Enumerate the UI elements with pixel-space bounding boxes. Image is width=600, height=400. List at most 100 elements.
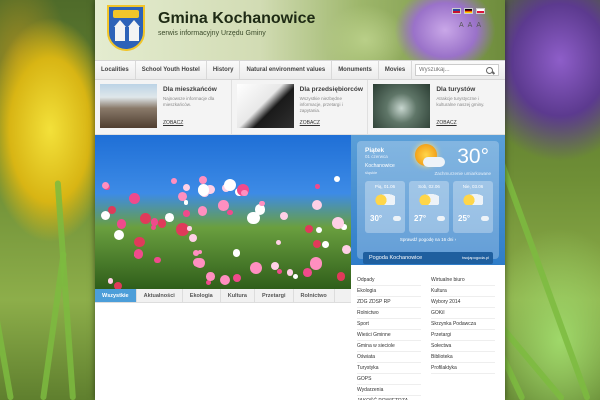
category-link[interactable]: Wirtualne biuro — [431, 275, 495, 286]
promo-title[interactable]: Dla mieszkańców — [163, 86, 217, 93]
nav-item-environment[interactable]: Natural environment values — [240, 61, 333, 79]
category-link[interactable]: Przetargi — [431, 330, 495, 341]
category-link[interactable]: GOKiI — [431, 308, 495, 319]
category-link[interactable]: Rolnictwo — [357, 308, 421, 319]
tab-all[interactable]: Wszystkie — [95, 289, 137, 302]
coat-of-arms-icon[interactable] — [107, 5, 145, 51]
flower-decoration — [249, 261, 263, 275]
sidebar: Piątek 01 czerwca Kochanowice śląskie 30… — [351, 135, 505, 400]
promo-link[interactable]: ZOBACZ — [163, 120, 183, 126]
news-tabs: Wszystkie Aktualności Ekologia Kultura P… — [95, 289, 351, 303]
promo-residents[interactable]: Dla mieszkańców Najnowsze informacje dla… — [95, 80, 232, 134]
flower-decoration — [133, 249, 144, 260]
flower-decoration — [313, 239, 322, 248]
flower-decoration — [334, 175, 341, 183]
category-link[interactable]: JAKOŚĆ POWIETRZA — [357, 396, 421, 400]
flower-decoration — [129, 193, 141, 205]
flower-decoration — [154, 256, 161, 264]
forecast-day: Pią, 01.06 30° — [365, 181, 405, 233]
category-link[interactable]: Kultura — [431, 286, 495, 297]
nav-item-localities[interactable]: Localities — [95, 61, 136, 79]
weather-footer-title: Pogoda Kochanowice — [369, 255, 423, 261]
promo-image[interactable] — [236, 84, 294, 128]
category-link[interactable]: Turystyka — [357, 363, 421, 374]
weather-brand[interactable]: twojapogoda.pl — [462, 255, 489, 260]
category-link[interactable]: Oświata — [357, 352, 421, 363]
site-title[interactable]: Gmina Kochanowice — [158, 10, 315, 28]
flag-de-icon[interactable] — [464, 8, 473, 14]
category-link[interactable]: Wieści Gminne — [357, 330, 421, 341]
category-link[interactable]: Wybory 2014 — [431, 297, 495, 308]
flower-decoration — [193, 250, 200, 257]
flower-decoration — [150, 217, 159, 226]
main-nav: Localities School Youth Hostel History N… — [95, 60, 505, 80]
promo-title[interactable]: Dla turystów — [436, 86, 475, 93]
search-box — [415, 64, 499, 76]
flower-decoration — [192, 257, 203, 268]
forecast-label: Sob, 02.06 — [418, 184, 440, 189]
tab-news[interactable]: Aktualności — [137, 289, 183, 302]
flag-pl-icon[interactable] — [476, 8, 485, 14]
promo-text: Atrakcje turystyczne i kulturalne naszej… — [436, 96, 485, 107]
flower-decoration — [219, 274, 230, 285]
nav-item-monuments[interactable]: Monuments — [332, 61, 379, 79]
font-size-controls: A A A — [459, 22, 481, 29]
font-size-medium[interactable]: A — [468, 22, 473, 29]
flower-decoration — [206, 280, 212, 286]
nav-item-movies[interactable]: Movies — [379, 61, 413, 79]
category-link[interactable]: Sport — [357, 319, 421, 330]
flower-decoration — [232, 248, 241, 257]
weather-city: Kochanowice — [365, 163, 395, 169]
font-size-small[interactable]: A — [459, 22, 464, 29]
hero-image[interactable] — [95, 135, 351, 289]
search-input[interactable] — [416, 67, 486, 73]
category-link[interactable]: Ekologia — [357, 286, 421, 297]
promo-title[interactable]: Dla przedsiębiorców — [300, 86, 363, 93]
category-link[interactable]: Biblioteka — [431, 352, 495, 363]
promo-image[interactable] — [373, 84, 431, 128]
weather-date: 01 czerwca — [365, 154, 388, 159]
flower-decoration — [183, 200, 189, 205]
flower-decoration — [171, 178, 177, 184]
promo-link[interactable]: ZOBACZ — [300, 120, 320, 126]
forecast-temp: 27° — [414, 214, 427, 223]
promo-text: Wszystkie niezbędne informacje, przetarg… — [299, 96, 343, 113]
flower-decoration — [342, 244, 351, 254]
tab-tenders[interactable]: Przetargi — [255, 289, 294, 302]
search-icon[interactable] — [486, 66, 493, 74]
promo-tourists[interactable]: Dla turystów Atrakcje turystyczne i kult… — [368, 80, 505, 134]
flower-decoration — [182, 183, 190, 191]
flower-decoration — [315, 184, 320, 189]
flower-decoration — [114, 229, 125, 240]
category-link[interactable]: Skrzynka Podawcza — [431, 319, 495, 330]
category-link[interactable]: ZDG ZDSP RP — [357, 297, 421, 308]
weather-widget: Piątek 01 czerwca Kochanowice śląskie 30… — [351, 135, 505, 265]
flag-en-icon[interactable] — [452, 8, 461, 14]
nav-item-history[interactable]: History — [207, 61, 241, 79]
flower-decoration — [113, 282, 122, 289]
promo-image[interactable] — [100, 84, 157, 128]
flower-decoration — [101, 181, 109, 189]
promo-entrepreneurs[interactable]: Dla przedsiębiorców Wszystkie niezbędne … — [232, 80, 369, 134]
category-link[interactable]: Profilaktyka — [431, 363, 495, 374]
tab-agriculture[interactable]: Rolnictwo — [294, 289, 335, 302]
font-size-large[interactable]: A — [476, 22, 481, 29]
weather-region: śląskie — [365, 170, 378, 175]
tab-ecology[interactable]: Ekologia — [183, 289, 221, 302]
category-link[interactable]: Wydarzenia — [357, 385, 421, 396]
flower-decoration — [302, 267, 312, 277]
promo-link[interactable]: ZOBACZ — [436, 120, 456, 126]
promo-text: Najnowsze informacje dla mieszkańców. — [163, 96, 215, 107]
weather-description: Zachmurzenie umiarkowane — [434, 171, 491, 176]
weather-more-link[interactable]: Sprawdź pogodę na 16 dni › — [357, 237, 499, 242]
category-link[interactable]: Sołectwa — [431, 341, 495, 352]
flower-decoration — [134, 236, 145, 247]
category-link[interactable]: Gmina w sieciole — [357, 341, 421, 352]
flower-decoration — [164, 212, 174, 222]
category-link[interactable]: GOPS — [357, 374, 421, 385]
weather-footer[interactable]: Pogoda Kochanowice twojapogoda.pl — [363, 252, 493, 264]
category-link[interactable]: Odpady — [357, 275, 421, 286]
flower-decoration — [116, 219, 127, 229]
nav-item-hostel[interactable]: School Youth Hostel — [136, 61, 207, 79]
tab-culture[interactable]: Kultura — [221, 289, 255, 302]
